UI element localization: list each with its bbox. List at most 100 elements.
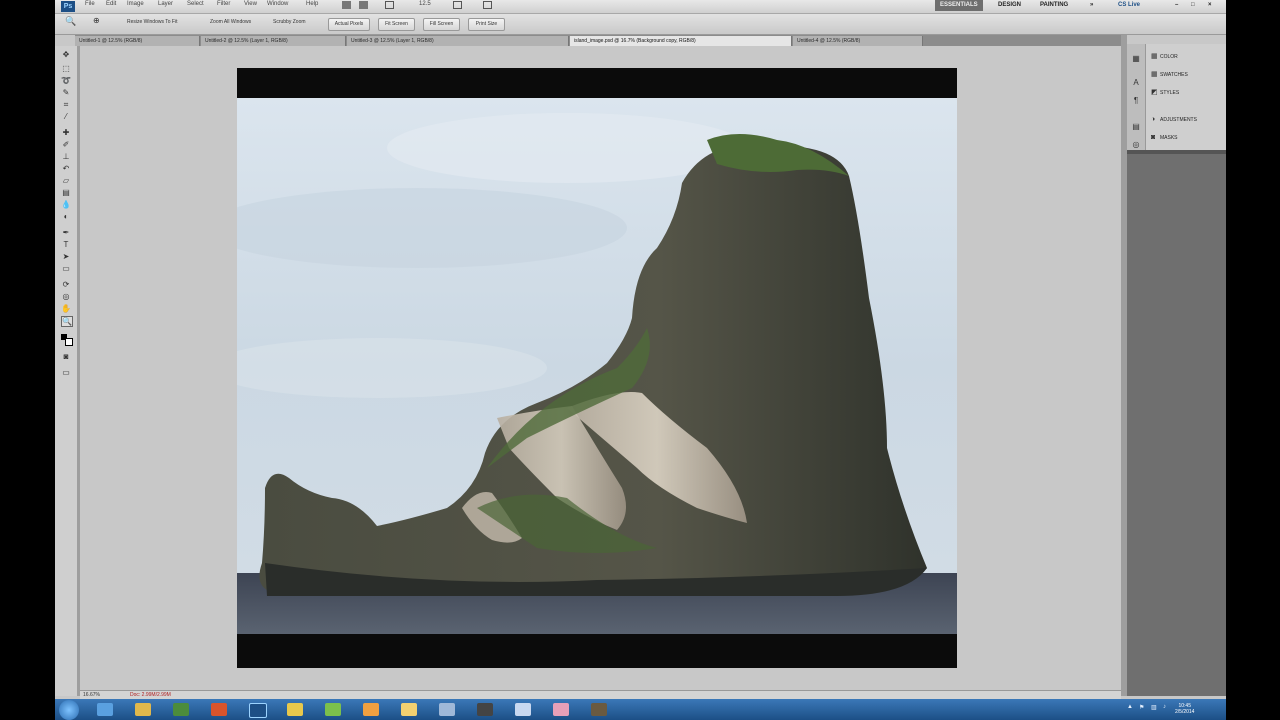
document-info[interactable]: Doc: 2.99M/2.99M — [130, 692, 171, 698]
mail-icon[interactable] — [401, 703, 417, 716]
scrubby-zoom-checkbox[interactable]: Scrubby Zoom — [273, 19, 306, 25]
menu-view[interactable]: View — [244, 1, 257, 7]
fill-screen-button[interactable]: Fill Screen — [423, 18, 460, 31]
marquee-tool-icon[interactable]: ⬚ — [61, 64, 71, 73]
explorer-icon[interactable] — [135, 703, 151, 716]
workspace-painting[interactable]: PAINTING — [1035, 0, 1073, 11]
start-button[interactable] — [59, 700, 79, 720]
document-canvas[interactable] — [207, 68, 957, 668]
panel-color[interactable]: ▦ COLOR — [1151, 52, 1178, 62]
minimize-icon[interactable]: – — [1170, 0, 1183, 11]
window-icon[interactable] — [439, 703, 455, 716]
clock-date: 2/5/2014 — [1175, 709, 1195, 715]
workspace-essentials[interactable]: ESSENTIALS — [935, 0, 983, 11]
doc-tab[interactable]: Untitled-4 @ 12.5% (RGB/8) — [793, 36, 923, 46]
masks-icon: ◙ — [1151, 134, 1156, 141]
pen-tool-icon[interactable]: ✒ — [61, 228, 71, 237]
app-icon[interactable] — [325, 703, 341, 716]
resize-windows-checkbox[interactable]: Resize Windows To Fit — [127, 19, 177, 25]
paint-icon[interactable] — [553, 703, 569, 716]
brush-tool-icon[interactable]: ✐ — [61, 140, 71, 149]
maximize-icon[interactable]: □ — [1186, 0, 1200, 11]
launch-bridge-icon[interactable] — [342, 1, 351, 9]
dock-separator — [1127, 150, 1226, 154]
menu-filter[interactable]: Filter — [217, 1, 230, 7]
zoom-all-windows-checkbox[interactable]: Zoom All Windows — [210, 19, 251, 25]
gradient-tool-icon[interactable]: ▤ — [61, 188, 71, 197]
hand-tool-icon[interactable]: ✋ — [61, 304, 71, 313]
fit-screen-button[interactable]: Fit Screen — [378, 18, 415, 31]
eraser-tool-icon[interactable]: ▱ — [61, 176, 71, 185]
menu-layer[interactable]: Layer — [158, 1, 173, 7]
crop-tool-icon[interactable]: ⌗ — [61, 100, 71, 109]
screen-mode-icon[interactable] — [453, 1, 462, 9]
eyedropper-tool-icon[interactable]: ⁄ — [61, 112, 71, 121]
menu-edit[interactable]: Edit — [106, 1, 116, 7]
zoom-level-select[interactable]: 12.5 — [419, 1, 431, 7]
ie-icon[interactable] — [97, 703, 113, 716]
workspace-design[interactable]: DESIGN — [993, 0, 1026, 11]
character-icon[interactable]: A — [1131, 78, 1141, 87]
flag-icon[interactable]: ⚑ — [1139, 704, 1144, 711]
channels-icon[interactable]: ◎ — [1131, 140, 1141, 149]
user-app-icon[interactable] — [591, 703, 607, 716]
firefox-icon[interactable] — [363, 703, 379, 716]
layers-icon[interactable]: ▤ — [1131, 122, 1141, 131]
calculator-icon[interactable] — [515, 703, 531, 716]
history-icon[interactable]: ▦ — [1131, 54, 1141, 63]
doc-tab[interactable]: Untitled-1 @ 12.5% (RGB/8) — [75, 36, 200, 46]
unity-icon[interactable] — [477, 703, 493, 716]
type-tool-icon[interactable]: T — [61, 240, 71, 249]
quick-mask-icon[interactable]: ◙ — [61, 352, 71, 361]
network-icon[interactable]: ▥ — [1151, 704, 1157, 711]
doc-tab-active[interactable]: island_image.psd @ 16.7% (Background cop… — [570, 36, 792, 46]
panel-masks[interactable]: ◙ MASKS — [1151, 133, 1178, 143]
shape-tool-icon[interactable]: ▭ — [61, 264, 71, 273]
zoom-tool-icon[interactable]: 🔍 — [65, 16, 76, 27]
folder-icon[interactable] — [287, 703, 303, 716]
menu-image[interactable]: Image — [127, 1, 144, 7]
doc-tab[interactable]: Untitled-3 @ 12.5% (Layer 1, RGB/8) — [347, 36, 569, 46]
panel-swatches[interactable]: ▦ SWATCHES — [1151, 70, 1188, 80]
workspace-more-icon[interactable]: » — [1085, 0, 1098, 11]
launch-minibridge-icon[interactable] — [359, 1, 368, 9]
menu-file[interactable]: File — [85, 1, 95, 7]
print-size-button[interactable]: Print Size — [468, 18, 505, 31]
panel-adjustments[interactable]: ◑ ADJUSTMENTS — [1151, 115, 1197, 125]
extras-icon[interactable] — [483, 1, 492, 9]
zoom-in-out-icon[interactable]: ⊕ — [93, 16, 100, 25]
menu-select[interactable]: Select — [187, 1, 204, 7]
screen-mode-tool-icon[interactable]: ▭ — [61, 368, 71, 377]
photoshop-taskbar-icon[interactable] — [249, 703, 267, 718]
healing-brush-tool-icon[interactable]: ✚ — [61, 128, 71, 137]
background-color-swatch[interactable] — [65, 338, 73, 346]
history-brush-tool-icon[interactable]: ↶ — [61, 164, 71, 173]
path-selection-tool-icon[interactable]: ➤ — [61, 252, 71, 261]
3d-orbit-tool-icon[interactable]: ◎ — [61, 292, 71, 301]
menu-help[interactable]: Help — [306, 1, 318, 7]
zoom-tool-icon[interactable]: 🔍 — [61, 316, 73, 327]
move-tool-icon[interactable]: ✥ — [61, 50, 71, 59]
cs-live-button[interactable]: CS Live — [1113, 0, 1145, 11]
blur-tool-icon[interactable]: 💧 — [61, 200, 71, 209]
paragraph-icon[interactable]: ¶ — [1131, 96, 1141, 105]
media-player-icon[interactable] — [173, 703, 189, 716]
volume-icon[interactable]: ♪ — [1163, 704, 1166, 710]
photoshop-window: Ps File Edit Image Layer Select Filter V… — [55, 0, 1226, 720]
doc-tab[interactable]: Untitled-2 @ 12.5% (Layer 1, RGB/8) — [201, 36, 346, 46]
canvas-area[interactable] — [80, 46, 1121, 691]
actual-pixels-button[interactable]: Actual Pixels — [328, 18, 370, 31]
clone-stamp-tool-icon[interactable]: ⊥ — [61, 152, 71, 161]
arrange-documents-icon[interactable] — [385, 1, 394, 9]
system-clock[interactable]: 10:45 2/5/2014 — [1175, 703, 1194, 715]
close-icon[interactable]: × — [1203, 0, 1217, 11]
panel-styles[interactable]: ◩ STYLES — [1151, 88, 1179, 98]
dodge-tool-icon[interactable]: ◐ — [61, 212, 71, 221]
menu-window[interactable]: Window — [267, 1, 288, 7]
chrome-icon[interactable] — [211, 703, 227, 716]
tray-arrow-icon[interactable]: ▲ — [1127, 704, 1133, 710]
3d-rotate-tool-icon[interactable]: ⟳ — [61, 280, 71, 289]
zoom-percentage[interactable]: 16.67% — [83, 692, 100, 698]
lasso-tool-icon[interactable]: ➰ — [61, 76, 71, 85]
quick-selection-tool-icon[interactable]: ✎ — [61, 88, 71, 97]
